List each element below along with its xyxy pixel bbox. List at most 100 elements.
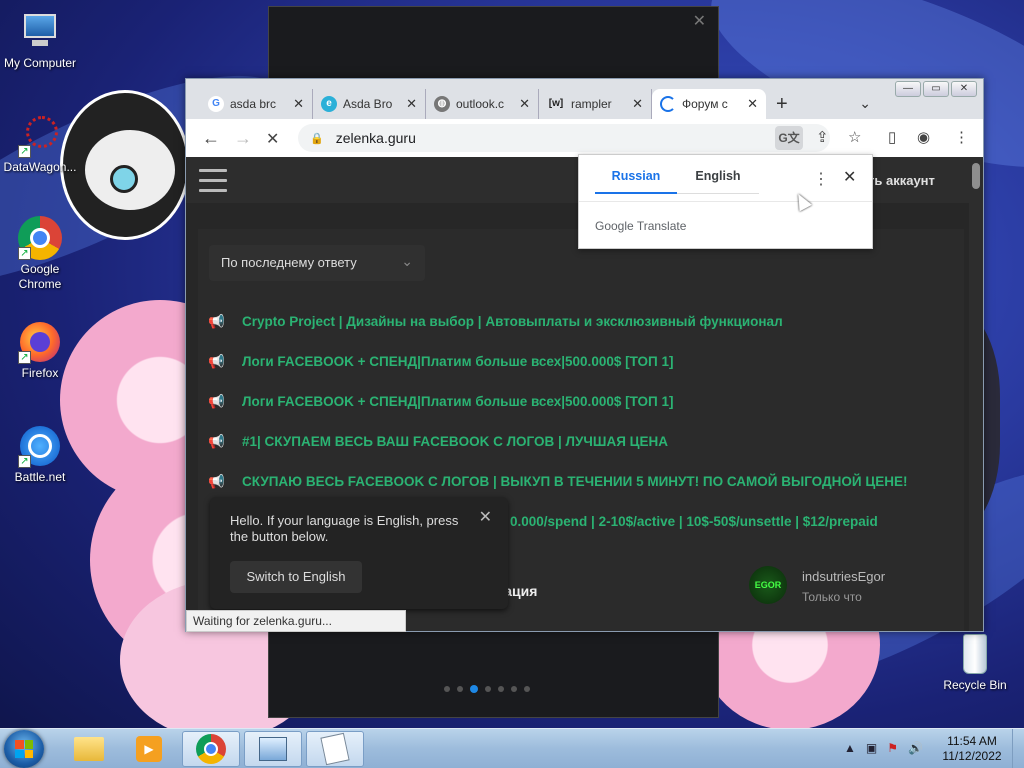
thread-item[interactable]: 📢 Crypto Project | Дизайны на выбор | Ав… [208, 311, 783, 331]
tab-rampler[interactable]: [w] rampler ✕ [539, 89, 652, 119]
show-desktop-button[interactable] [1012, 729, 1024, 768]
profile-icon[interactable]: ◉ [917, 128, 930, 146]
taskbar-explorer[interactable] [60, 731, 118, 767]
thread-item[interactable]: 📢 СКУПАЮ ВЕСЬ FACEBOOK С ЛОГОВ | ВЫКУП В… [208, 471, 907, 491]
tab-strip: G asda brc ✕ e Asda Bro ✕ ◍ outlook.c ✕ … [200, 89, 766, 119]
close-icon[interactable]: ✕ [693, 11, 706, 31]
clock-date: 11/12/2022 [942, 749, 1002, 763]
thread-title[interactable]: Логи FACEBOOK + СПЕНД|Платим больше всех… [242, 354, 673, 369]
firefox-icon: ↗ [18, 320, 62, 364]
maximize-button[interactable]: ▭ [923, 81, 949, 97]
megaphone-icon: 📢 [208, 314, 225, 329]
thread-title[interactable]: Логи FACEBOOK + СПЕНД|Платим больше всех… [242, 394, 673, 409]
close-tab-icon[interactable]: ✕ [293, 96, 304, 112]
taskbar-notepad[interactable] [306, 731, 364, 767]
share-icon[interactable]: ⇪ [816, 128, 829, 146]
clock-time: 11:54 AM [947, 734, 997, 748]
action-center-flag-icon[interactable]: ⚑ [887, 741, 898, 755]
recycle-bin-icon [953, 632, 997, 676]
stop-loading-icon[interactable]: ✕ [266, 129, 279, 149]
tab-title: rampler [571, 97, 612, 111]
close-tab-icon[interactable]: ✕ [519, 96, 530, 112]
thread-item[interactable]: 📢 #1| СКУПАЕМ ВЕСЬ ВАШ FACEBOOK С ЛОГОВ … [208, 431, 668, 451]
desktop-icon-google-chrome[interactable]: ↗ Google Chrome [0, 216, 80, 292]
carousel-dot[interactable] [524, 686, 530, 692]
globe-icon: ◍ [434, 96, 450, 112]
carousel-dot[interactable] [511, 686, 517, 692]
scrollbar-thumb[interactable] [972, 163, 980, 189]
taskbar: ▶ ▲ ▣ ⚑ 🔊 11:54 AM 11/12/2022 [0, 728, 1024, 768]
thread-title[interactable]: Crypto Project | Дизайны на выбор | Авто… [242, 314, 783, 329]
thread-item[interactable]: 0.000/spend | 2-10$/active | 10$-50$/uns… [510, 511, 878, 531]
page-scrollbar[interactable] [969, 157, 983, 631]
close-tab-icon[interactable]: ✕ [747, 96, 758, 112]
desktop-icon-battlenet[interactable]: ↗ Battle.net [0, 424, 80, 485]
thread-item[interactable]: 📢 Логи FACEBOOK + СПЕНД|Платим больше вс… [208, 391, 673, 411]
tab-russian[interactable]: Russian [595, 169, 677, 194]
forward-icon[interactable]: → [234, 128, 252, 149]
carousel-dot-active[interactable] [470, 685, 478, 693]
address-bar[interactable]: 🔒 zelenka.guru [298, 124, 830, 152]
close-tab-icon[interactable]: ✕ [406, 96, 417, 112]
battlenet-icon: ↗ [18, 424, 62, 468]
desktop-icon-recycle-bin[interactable]: Recycle Bin [935, 632, 1015, 693]
tab-asda-browser[interactable]: e Asda Bro ✕ [313, 89, 426, 119]
avatar[interactable]: EGOR [749, 566, 787, 604]
carousel-dot[interactable] [444, 686, 450, 692]
desktop-icon-my-computer[interactable]: My Computer [0, 10, 80, 71]
post-time: Только что [802, 590, 862, 604]
thread-title[interactable]: СКУПАЮ ВЕСЬ FACEBOOK С ЛОГОВ | ВЫКУП В Т… [242, 474, 907, 489]
chrome-icon: ↗ [18, 216, 62, 260]
tab-english[interactable]: English [677, 169, 759, 194]
close-tab-icon[interactable]: ✕ [632, 96, 643, 112]
desktop-icon-label: DataWagon... [3, 160, 77, 174]
hamburger-menu-icon[interactable] [199, 169, 227, 199]
lock-icon: 🔒 [310, 132, 324, 145]
switch-to-english-button[interactable]: Switch to English [230, 561, 362, 593]
desktop-icon-firefox[interactable]: ↗ Firefox [0, 320, 80, 381]
start-button[interactable] [4, 730, 44, 768]
tab-asda-search[interactable]: G asda brc ✕ [200, 89, 313, 119]
desktop-icon-datawagon[interactable]: ↗ DataWagon... [0, 114, 80, 175]
bookmark-star-icon[interactable]: ☆ [848, 128, 861, 146]
desktop-icon-label: Firefox [21, 366, 59, 380]
close-window-button[interactable]: ✕ [951, 81, 977, 97]
sort-select[interactable]: По последнему ответу ⌄ [209, 245, 425, 281]
status-bar: Waiting for zelenka.guru... [186, 610, 406, 632]
thread-item[interactable]: 📢 Логи FACEBOOK + СПЕНД|Платим больше вс… [208, 351, 673, 371]
new-tab-button[interactable]: + [776, 93, 788, 116]
tab-search-chevron-icon[interactable]: ⌄ [859, 95, 871, 112]
browser-toolbar: ← → ✕ 🔒 zelenka.guru G文 ⇪ ☆ ▯ ◉ ⋮ [186, 119, 983, 157]
translate-bubble: Russian English ⋮ ✕ Google Translate [578, 154, 873, 249]
megaphone-icon: 📢 [208, 354, 225, 369]
carousel-dot[interactable] [498, 686, 504, 692]
menu-kebab-icon[interactable]: ⋮ [954, 128, 969, 146]
username[interactable]: indsutriesEgor [802, 569, 885, 584]
minimize-button[interactable]: — [895, 81, 921, 97]
create-account-link[interactable]: ть аккаунт [868, 173, 935, 188]
thread-title[interactable]: #1| СКУПАЕМ ВЕСЬ ВАШ FACEBOOK С ЛОГОВ | … [242, 434, 668, 449]
notepad-icon [320, 732, 350, 766]
show-hidden-icons-icon[interactable]: ▲ [844, 741, 856, 755]
taskbar-control-panel[interactable] [244, 731, 302, 767]
tab-outlook[interactable]: ◍ outlook.c ✕ [426, 89, 539, 119]
taskbar-media-player[interactable]: ▶ [120, 731, 178, 767]
translate-icon[interactable]: G文 [775, 126, 803, 150]
carousel-dot[interactable] [485, 686, 491, 692]
thread-title[interactable]: 0.000/spend | 2-10$/active | 10$-50$/uns… [510, 514, 878, 529]
more-options-icon[interactable]: ⋮ [813, 169, 829, 189]
media-player-icon: ▶ [136, 736, 162, 762]
carousel-dot[interactable] [457, 686, 463, 692]
volume-icon[interactable]: 🔊 [908, 741, 923, 755]
network-icon[interactable]: ▣ [866, 741, 877, 755]
close-icon[interactable]: ✕ [843, 167, 856, 187]
shortcut-arrow-icon: ↗ [18, 145, 31, 158]
close-icon[interactable]: ✕ [479, 507, 492, 527]
side-panel-icon[interactable]: ▯ [888, 128, 896, 146]
clock[interactable]: 11:54 AM 11/12/2022 [940, 734, 1004, 764]
megaphone-icon: 📢 [208, 434, 225, 449]
desktop-icon-label: My Computer [3, 56, 77, 70]
back-icon[interactable]: ← [202, 128, 220, 149]
tab-forum-active[interactable]: Форум с ✕ [652, 89, 766, 119]
taskbar-chrome[interactable] [182, 731, 240, 767]
